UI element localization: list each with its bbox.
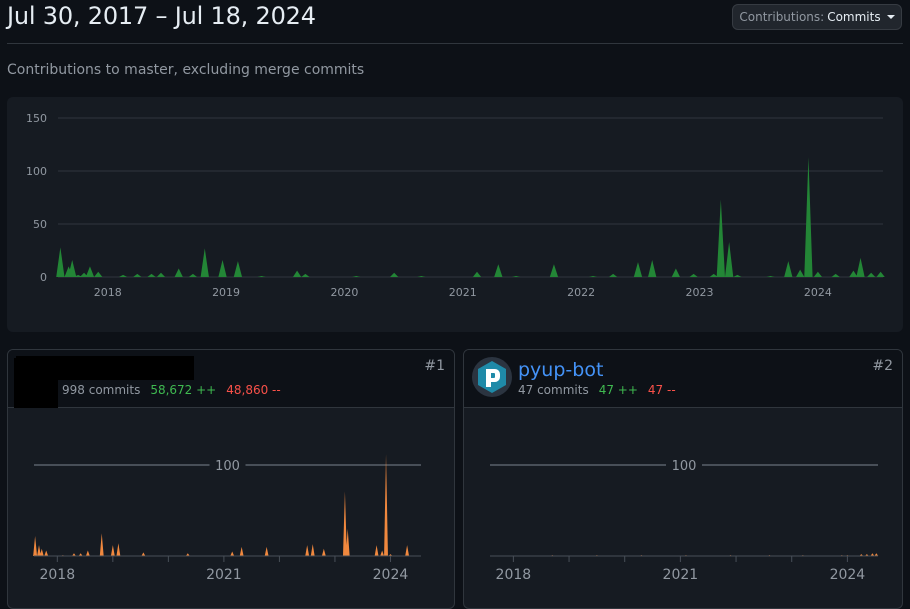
divider	[7, 43, 903, 44]
total-commits-chart[interactable]: 0 50 100 150 2018 2019 2020 2021 2022 2023 2024	[7, 97, 903, 332]
y-tick-label: 100	[215, 459, 240, 474]
x-tick-label: 2021	[663, 567, 699, 583]
x-tick-label: 2018	[39, 567, 75, 583]
x-tick-label: 2024	[830, 567, 866, 583]
commits-area	[56, 157, 885, 277]
x-tick-label: 2018	[496, 567, 532, 583]
x-tick-label: 2024	[804, 286, 832, 299]
dropdown-label: Contributions:	[739, 10, 825, 24]
y-tick-label: 100	[672, 459, 697, 474]
x-tick-label: 2020	[330, 286, 358, 299]
total-commits-svg: 0 50 100 150 2018 2019 2020 2021 2022 2023 2024	[26, 112, 885, 299]
x-tick-label: 2024	[373, 567, 409, 583]
page-title: Jul 30, 2017 – Jul 18, 2024	[7, 2, 316, 30]
x-tick-label: 2022	[567, 286, 595, 299]
contributor-card-2: pyup-bot #2 47 commits 47 ++ 47 -- 100 2018…	[463, 349, 903, 609]
y-tick-label: 100	[26, 165, 47, 178]
dropdown-value: Commits	[827, 10, 881, 24]
x-tick-label: 2023	[686, 286, 714, 299]
x-tick-label: 2021	[449, 286, 477, 299]
x-tick-label: 2021	[206, 567, 242, 583]
contributor-2-chart: 100 2018 2021 2024	[490, 457, 879, 583]
caret-down-icon	[886, 15, 895, 19]
y-tick-label: 50	[33, 218, 47, 231]
y-tick-label: 150	[26, 112, 47, 125]
x-tick-label: 2019	[212, 286, 240, 299]
contributor-card-1: #1 998 commits 58,672 ++ 48,860 -- 100 2018…	[7, 349, 455, 609]
chart-subtitle: Contributions to master, excluding merge…	[7, 62, 365, 78]
contributor-1-chart: 100 2018 2021 2024	[33, 454, 421, 583]
y-tick-label: 0	[40, 271, 47, 284]
x-tick-label: 2018	[94, 286, 122, 299]
contributions-type-dropdown[interactable]: Contributions: Commits	[732, 4, 902, 30]
